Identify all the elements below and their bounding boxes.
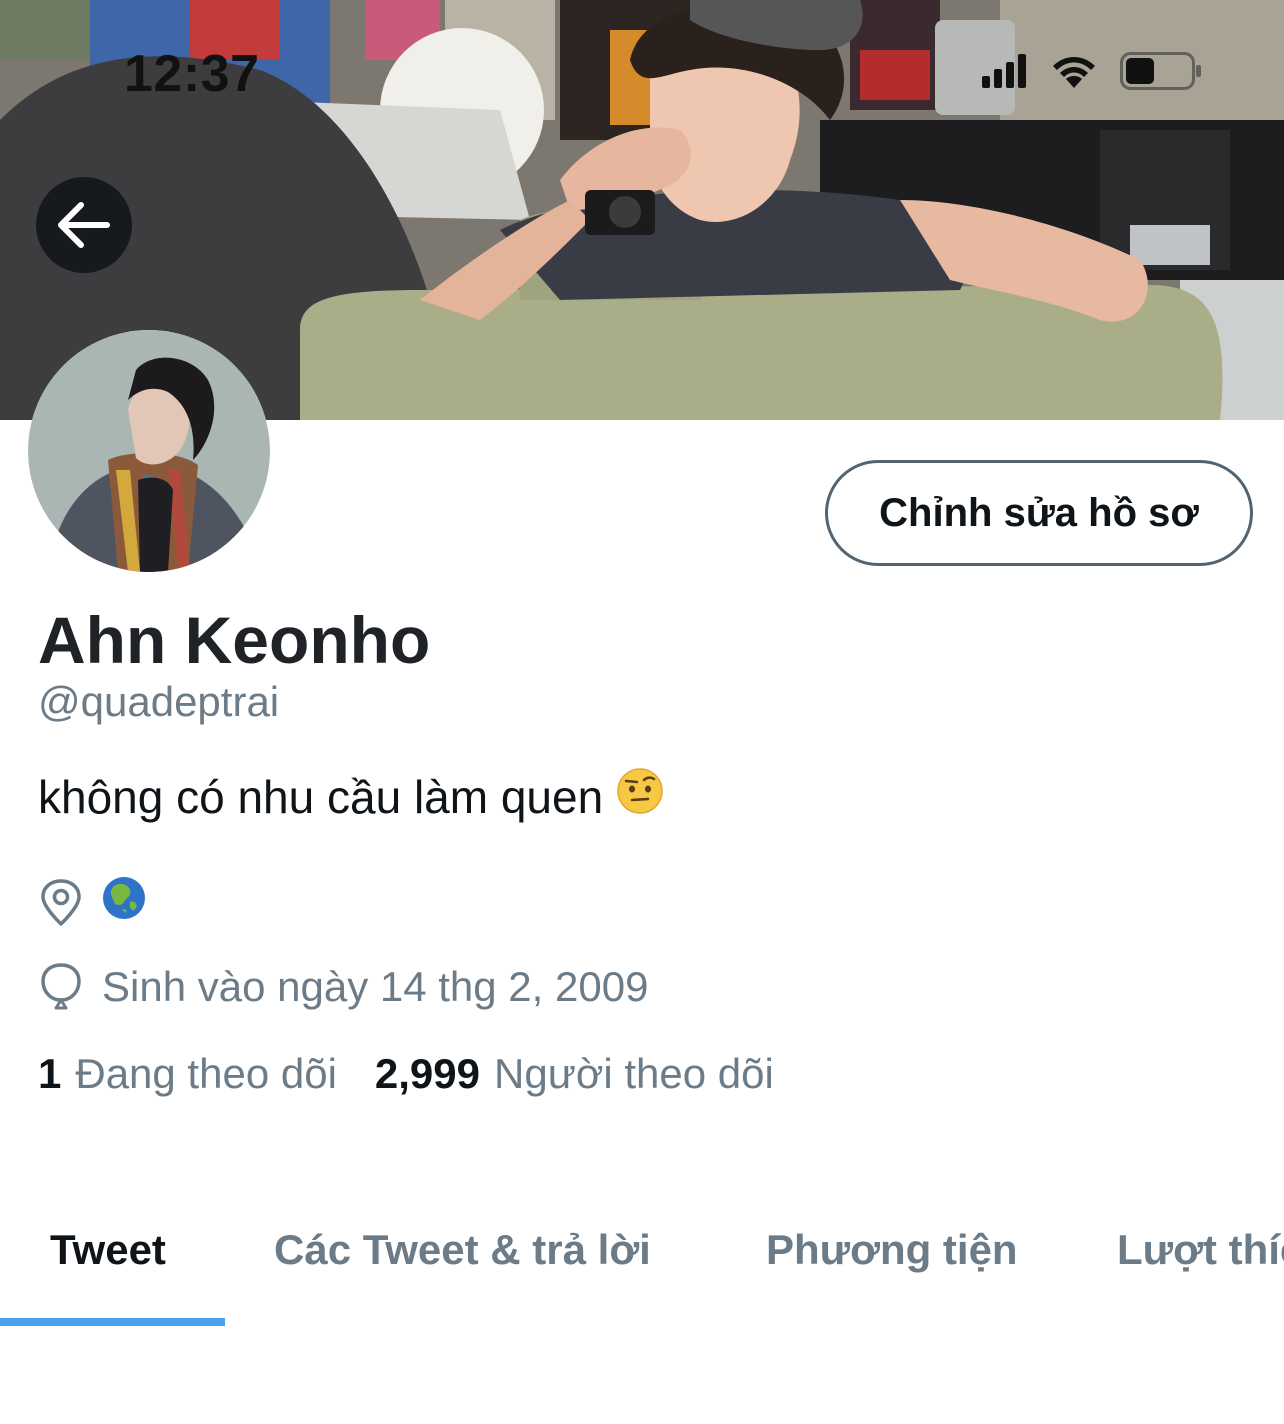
- globe-asia-emoji-icon: [103, 877, 145, 919]
- avatar[interactable]: [28, 330, 270, 572]
- tab-media[interactable]: Phương tiện: [766, 1226, 1018, 1274]
- status-bar: 12:37: [0, 0, 1284, 140]
- bio-text: không có nhu cầu làm quen: [38, 770, 604, 823]
- followers-link[interactable]: 2,999 Người theo dõi: [375, 1050, 774, 1098]
- followers-count: 2,999: [374, 1050, 481, 1097]
- follow-stats: 1 Đang theo dõi 2,999 Người theo dõi: [38, 1050, 774, 1098]
- battery-icon: [1120, 52, 1201, 90]
- followers-label: Người theo dõi: [494, 1050, 774, 1097]
- following-count: 1: [38, 1050, 62, 1097]
- user-handle: @quadeptrai: [38, 678, 280, 725]
- balloon-icon: [41, 963, 81, 1010]
- tab-tweets-and-replies[interactable]: Các Tweet & trả lời: [274, 1226, 651, 1274]
- tab-likes[interactable]: Lượt thích: [1117, 1226, 1284, 1274]
- status-time: 12:37: [124, 45, 260, 103]
- location-pin-icon: [41, 879, 81, 926]
- edit-profile-button[interactable]: Chỉnh sửa hồ sơ: [825, 460, 1253, 566]
- status-icons: [982, 52, 1202, 90]
- bio: không có nhu cầu làm quen: [38, 768, 663, 825]
- back-button[interactable]: [36, 177, 132, 273]
- bio-emoji: [617, 768, 663, 825]
- following-link[interactable]: 1 Đang theo dõi: [38, 1050, 337, 1098]
- active-tab-indicator: [0, 1318, 225, 1326]
- avatar-photo: [28, 330, 270, 572]
- wifi-icon: [1053, 57, 1095, 88]
- raised-eyebrow-emoji-icon: [617, 768, 663, 814]
- cellular-signal-icon: [982, 54, 1026, 88]
- display-name: Ahn Keonho: [38, 603, 431, 677]
- profile-tabs: Tweet Các Tweet & trả lời Phương tiện Lư…: [0, 1180, 1284, 1330]
- location-value: [102, 876, 146, 930]
- arrow-left-icon: [58, 202, 110, 248]
- tab-tweets[interactable]: Tweet: [50, 1226, 166, 1274]
- location-row: [38, 876, 146, 930]
- birth-row: Sinh vào ngày 14 thg 2, 2009: [38, 962, 648, 1012]
- following-label: Đang theo dõi: [75, 1050, 337, 1097]
- birth-date: Sinh vào ngày 14 thg 2, 2009: [102, 963, 649, 1010]
